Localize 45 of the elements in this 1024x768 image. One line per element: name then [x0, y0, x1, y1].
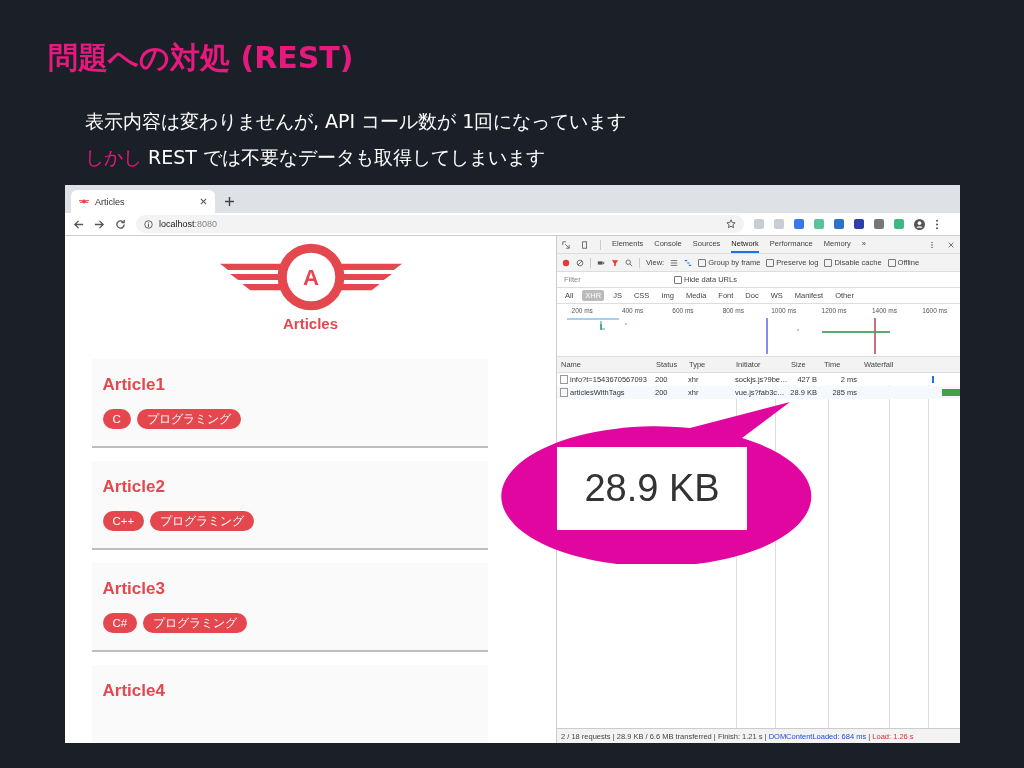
clear-icon[interactable] [576, 258, 584, 267]
new-tab-icon[interactable] [225, 197, 234, 206]
info-icon [144, 219, 153, 229]
waterfall-bar [942, 389, 960, 396]
logo-text: Articles [283, 315, 338, 332]
star-icon[interactable] [726, 219, 736, 229]
inspect-icon[interactable] [562, 240, 570, 249]
tag-chip[interactable]: C++ [102, 511, 145, 531]
address-bar[interactable]: localhost:8080 [136, 215, 744, 233]
record-icon[interactable] [562, 258, 570, 267]
article-card[interactable]: Article3 C# プログラミング [91, 563, 488, 652]
filter-icon[interactable] [611, 258, 619, 267]
waterfall-view-icon[interactable] [684, 258, 693, 267]
tag-chip[interactable]: C# [102, 613, 138, 633]
article-card[interactable]: Article4 [91, 665, 488, 743]
article-title: Article3 [102, 579, 166, 599]
article-title: Article2 [102, 477, 166, 497]
slide-text: 表示内容は変わりませんが, API コール数が 1回になっています [85, 109, 628, 134]
tag-chip[interactable]: プログラミング [143, 613, 248, 633]
menu-icon[interactable] [935, 218, 939, 230]
article-card[interactable]: Article2 C++ プログラミング [91, 461, 488, 550]
article-card[interactable]: Article1 C プログラミング [91, 359, 488, 448]
magnified-size-label: 28.9 KB [557, 447, 747, 530]
slide-title: 問題への対処 (REST) [48, 39, 355, 77]
tag-chip[interactable]: プログラミング [150, 511, 255, 531]
article-title: Article4 [102, 681, 166, 701]
url-text: localhost:8080 [159, 219, 219, 229]
close-icon[interactable] [947, 240, 955, 249]
browser-tab[interactable]: Articles [71, 190, 215, 213]
more-icon[interactable] [928, 240, 936, 249]
article-title: Article1 [102, 375, 166, 395]
logo-drawing: A [219, 241, 402, 313]
close-icon[interactable] [200, 198, 207, 205]
search-icon[interactable] [625, 258, 633, 267]
tag-chip[interactable]: C [102, 409, 131, 429]
list-view-icon[interactable] [670, 258, 679, 267]
tab-title: Articles [95, 196, 126, 207]
tag-chip[interactable]: プログラミング [136, 409, 241, 429]
back-icon[interactable] [73, 218, 84, 230]
reload-icon[interactable] [115, 218, 126, 230]
slide-text: しかし REST では不要なデータも取得してしまいます [85, 145, 546, 170]
forward-icon[interactable] [94, 218, 105, 230]
device-icon[interactable] [581, 240, 589, 249]
profile-icon[interactable] [914, 218, 925, 230]
favicon-icon [79, 198, 89, 205]
